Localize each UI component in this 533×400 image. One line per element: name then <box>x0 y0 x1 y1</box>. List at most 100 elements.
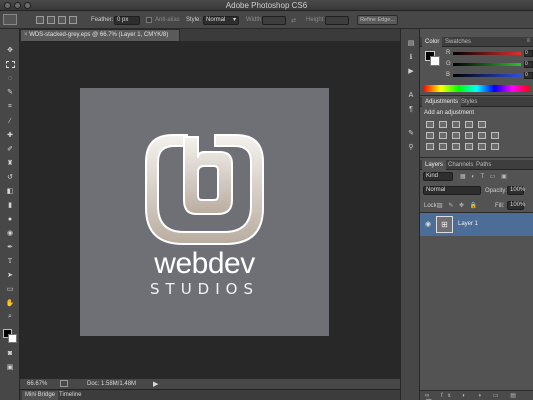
layer-action-icons[interactable]: ∞ fx ◐ ◑ ▭ ▤ 🗑 <box>425 392 533 400</box>
close-tab-icon[interactable]: × <box>24 32 28 38</box>
adjustment-icon[interactable] <box>465 132 473 139</box>
width-input[interactable] <box>262 16 286 25</box>
eyedropper-tool-icon[interactable]: ⁄ <box>4 116 16 126</box>
history-brush-tool-icon[interactable]: ↺ <box>4 172 16 182</box>
document-tab-title: WDS-stacked-grey.eps @ 66.7% (Layer 1, C… <box>29 32 169 38</box>
clone-stamp-tool-icon[interactable]: ♜ <box>4 158 16 168</box>
tab-paths[interactable]: Paths <box>473 160 494 170</box>
export-icon[interactable] <box>60 380 68 387</box>
blur-tool-icon[interactable]: ● <box>4 214 16 224</box>
brush-tool-icon[interactable]: ✐ <box>4 144 16 154</box>
logo-word-studios: STUDIOS <box>150 280 259 298</box>
style-select[interactable]: Normal ▾ <box>203 16 239 25</box>
actions-panel-icon[interactable]: ▶ <box>406 67 416 77</box>
subtract-selection-icon[interactable] <box>58 16 66 24</box>
document-canvas[interactable]: webdev STUDIOS <box>80 88 329 336</box>
channel-r-value[interactable]: 0 <box>524 50 533 57</box>
layer-row[interactable]: ◉ ⊞ Layer 1 <box>420 213 533 236</box>
character-panel-icon[interactable]: A <box>406 91 416 101</box>
layer-filter-icons[interactable]: ▦ ◐ T ▭ ▣ <box>460 173 509 180</box>
antialias-checkbox[interactable] <box>146 17 152 23</box>
panel-menu-icon[interactable]: ≡ <box>526 38 530 44</box>
channel-g-slider[interactable] <box>453 63 521 66</box>
width-label: Width: <box>246 17 264 23</box>
shape-tool-icon[interactable]: ▭ <box>4 284 16 294</box>
filter-kind-select[interactable]: Kind <box>423 172 453 181</box>
history-panel-icon[interactable]: ▤ <box>406 39 416 49</box>
background-color-swatch[interactable] <box>8 334 17 343</box>
marquee-tool-icon[interactable] <box>4 59 16 69</box>
channel-b-slider[interactable] <box>453 74 521 77</box>
hand-tool-icon[interactable]: ✋ <box>4 298 16 308</box>
color-spectrum-bar[interactable] <box>423 85 530 92</box>
screen-mode-icon[interactable]: ▣ <box>4 362 16 372</box>
channel-r-slider[interactable] <box>453 52 521 55</box>
color-background-swatch[interactable] <box>430 56 440 66</box>
tool-preset-picker[interactable] <box>3 14 17 25</box>
lock-icons[interactable]: ▨ ✎ ✥ 🔒 <box>437 202 479 209</box>
adjustment-icon[interactable] <box>426 143 434 150</box>
adjustment-icon[interactable] <box>452 132 460 139</box>
eraser-tool-icon[interactable]: ◧ <box>4 186 16 196</box>
adjustment-icon[interactable] <box>478 132 486 139</box>
tab-layers[interactable]: Layers <box>422 160 447 170</box>
channel-g-value[interactable]: 0 <box>524 61 533 68</box>
adjustment-icon[interactable] <box>478 121 486 128</box>
adjustment-icon[interactable] <box>439 143 447 150</box>
opacity-input[interactable]: 100% <box>507 186 525 195</box>
healing-brush-tool-icon[interactable]: ✚ <box>4 130 16 140</box>
feather-input[interactable]: 0 px <box>114 16 140 25</box>
path-selection-tool-icon[interactable]: ➤ <box>4 270 16 280</box>
tab-timeline[interactable]: Timeline <box>56 391 84 400</box>
adjustments-panel-header: Adjustments Styles <box>420 97 533 107</box>
zoom-tool-icon[interactable]: ⌕ <box>4 312 16 322</box>
tab-channels[interactable]: Channels <box>445 160 476 170</box>
adjustment-icon[interactable] <box>452 143 460 150</box>
quick-selection-tool-icon[interactable]: ✎ <box>4 87 16 97</box>
height-input[interactable] <box>325 16 349 25</box>
channel-r-label: R <box>446 50 451 56</box>
quick-mask-icon[interactable]: ◙ <box>4 348 16 358</box>
zoom-readout[interactable]: 66.67% <box>27 381 47 387</box>
adjustment-icon[interactable] <box>491 132 499 139</box>
pen-tool-icon[interactable]: ✒ <box>4 242 16 252</box>
chevron-down-icon: ▾ <box>232 17 236 23</box>
tab-styles[interactable]: Styles <box>458 97 480 107</box>
eye-visibility-icon[interactable]: ◉ <box>425 220 431 228</box>
new-selection-icon[interactable] <box>36 16 44 24</box>
gradient-tool-icon[interactable]: ▮ <box>4 200 16 210</box>
fill-input[interactable]: 100% <box>507 201 525 210</box>
adjustment-icon[interactable] <box>465 143 473 150</box>
refine-edge-button[interactable]: Refine Edge... <box>357 15 398 25</box>
intersect-selection-icon[interactable] <box>69 16 77 24</box>
adjustment-icon[interactable] <box>465 121 473 128</box>
clone-source-panel-icon[interactable]: ⚲ <box>406 143 416 153</box>
adjustment-icon[interactable] <box>426 121 434 128</box>
crop-tool-icon[interactable]: ⌗ <box>4 102 16 112</box>
adjustment-icon[interactable] <box>439 121 447 128</box>
dodge-tool-icon[interactable]: ◉ <box>4 228 16 238</box>
swap-icon[interactable]: ⇄ <box>291 17 296 24</box>
adjustment-icon[interactable] <box>491 143 499 150</box>
brush-panel-icon[interactable]: ✎ <box>406 129 416 139</box>
adjustment-icon[interactable] <box>452 121 460 128</box>
adjustment-icon[interactable] <box>426 132 434 139</box>
color-panel-header: Color Swatches ≡ <box>420 37 533 47</box>
status-menu-arrow-icon[interactable]: ▶ <box>153 380 158 388</box>
blend-mode-select[interactable]: Normal <box>423 186 481 195</box>
channel-b-value[interactable]: 0 <box>524 72 533 79</box>
add-selection-icon[interactable] <box>47 16 55 24</box>
tab-color[interactable]: Color <box>422 37 443 47</box>
move-tool-icon[interactable]: ✥ <box>4 45 16 55</box>
tab-adjustments[interactable]: Adjustments <box>422 97 462 107</box>
document-tab[interactable]: × WDS-stacked-grey.eps @ 66.7% (Layer 1,… <box>20 29 180 41</box>
lasso-tool-icon[interactable]: ◌ <box>4 73 16 83</box>
adjustments-heading: Add an adjustment <box>424 110 475 116</box>
tab-mini-bridge[interactable]: Mini Bridge <box>22 391 59 400</box>
paragraph-panel-icon[interactable]: ¶ <box>406 105 416 115</box>
type-tool-icon[interactable]: T <box>4 256 16 266</box>
tab-swatches[interactable]: Swatches <box>442 37 474 47</box>
properties-panel-icon[interactable]: ℹ <box>406 53 416 63</box>
adjustment-icon[interactable] <box>478 143 486 150</box>
adjustment-icon[interactable] <box>439 132 447 139</box>
